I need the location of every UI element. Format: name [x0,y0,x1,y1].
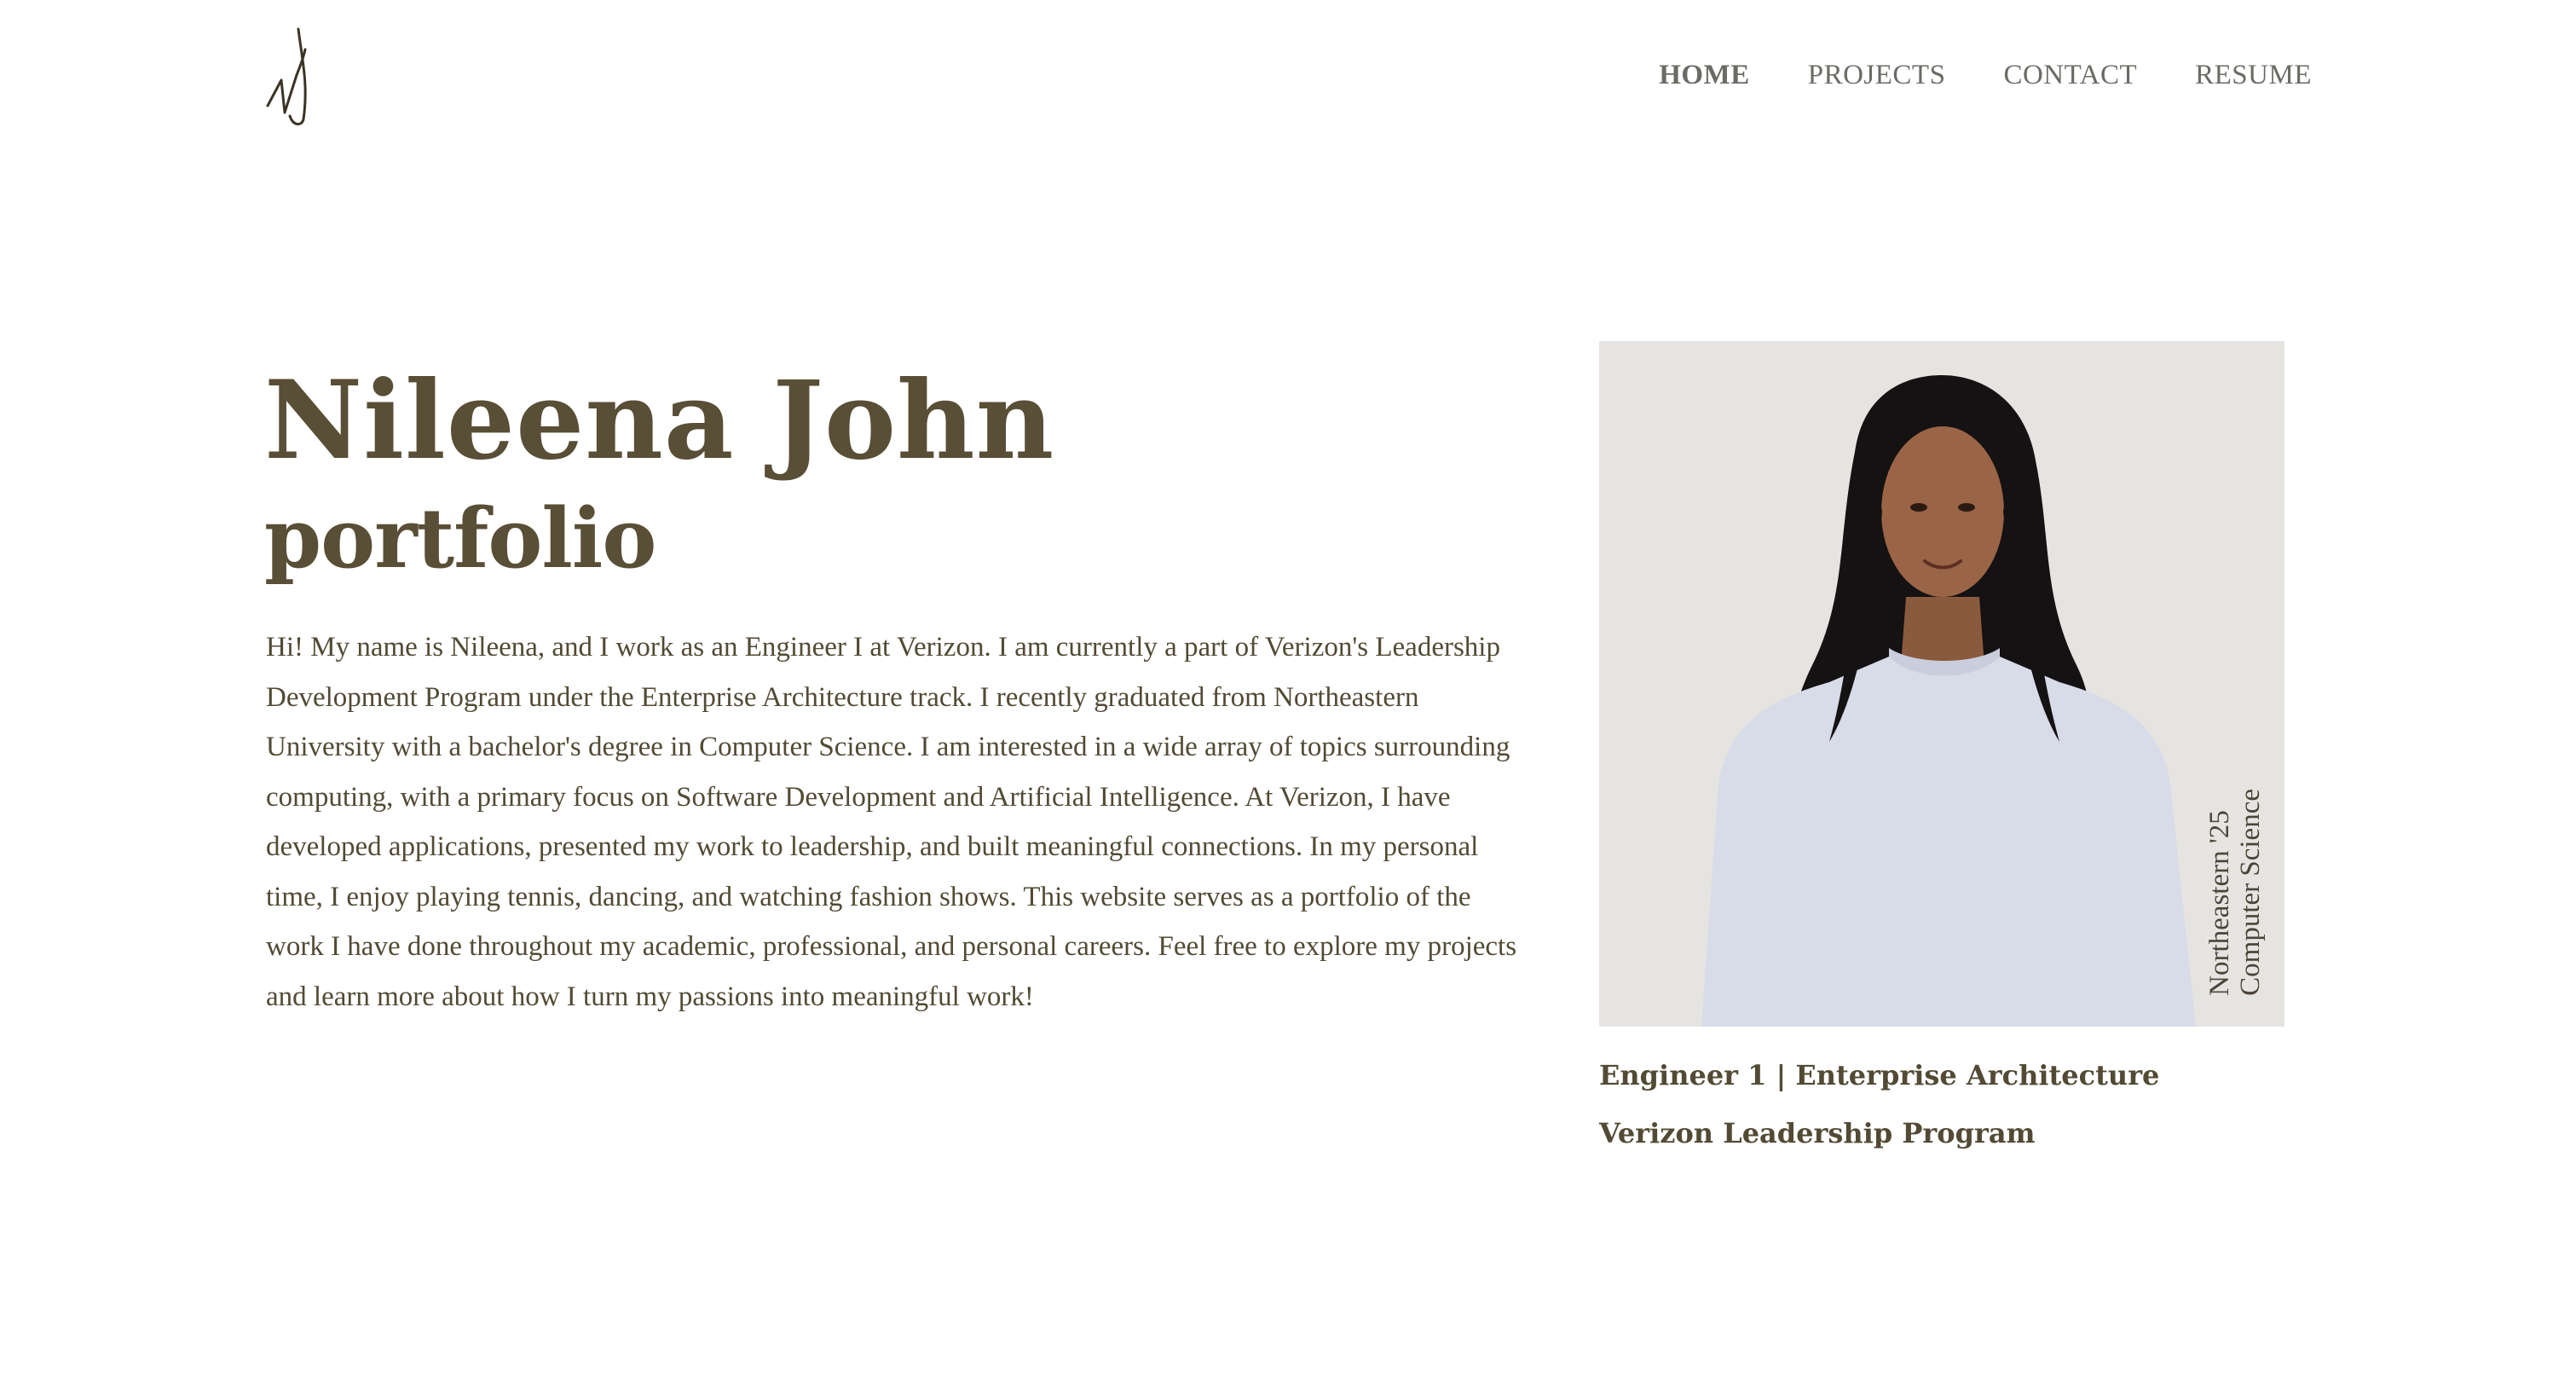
bio-paragraph: Hi! My name is Nileena, and I work as an… [266,632,1517,1012]
nav-contact[interactable]: CONTACT [2003,60,2137,91]
nav-home[interactable]: HOME [1659,60,1750,91]
hero-name: Nileena John [264,357,1055,483]
portrait-illustration [1701,375,2196,1027]
role-title: Engineer 1 | Enterprise Architecture [1599,1059,2160,1091]
main-nav: HOME PROJECTS CONTACT RESUME [1659,60,2312,91]
nav-projects[interactable]: PROJECTS [1808,60,1946,91]
signature-logo[interactable] [264,24,324,128]
photo-caption: Northeastern '25 Computer Science [2204,789,2266,996]
program-title: Verizon Leadership Program [1599,1117,2036,1149]
profile-photo: Northeastern '25 Computer Science [1599,341,2284,1027]
caption-school: Northeastern '25 [2204,810,2235,996]
caption-major: Computer Science [2235,789,2266,996]
hero-subtitle: portfolio [264,490,656,587]
nav-resume[interactable]: RESUME [2195,60,2312,91]
